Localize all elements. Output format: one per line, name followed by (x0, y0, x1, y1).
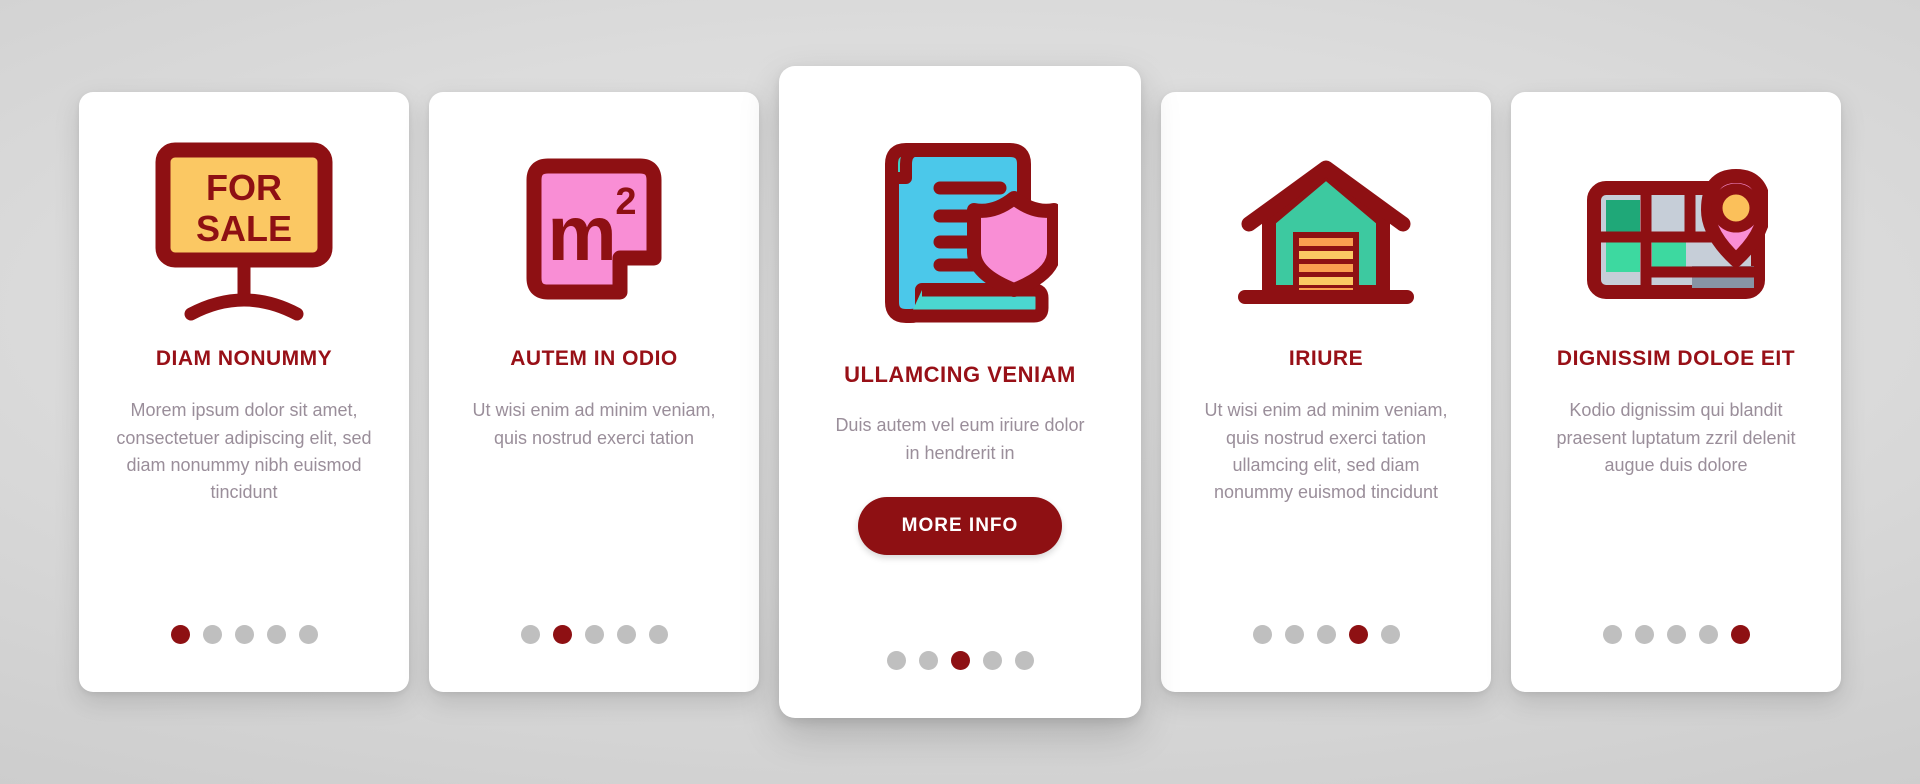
pagination-dot-5[interactable] (648, 625, 668, 644)
onboarding-card-2[interactable]: m 2 AUTEM IN ODIO Ut wisi enim ad minim … (429, 92, 759, 692)
pagination-dot-4[interactable] (1698, 625, 1718, 644)
card-2-pagination (429, 625, 759, 644)
card-1-body: Morem ipsum dolor sit amet, consectetuer… (116, 400, 372, 503)
for-sale-line-2: SALE (196, 208, 292, 249)
pagination-dot-3[interactable] (234, 625, 254, 644)
pagination-dot-2[interactable] (202, 625, 222, 644)
garage-icon (1238, 160, 1414, 304)
card-3-pagination (779, 651, 1141, 670)
pagination-dot-1[interactable] (170, 625, 190, 644)
card-5-pagination (1511, 625, 1841, 644)
onboarding-card-4[interactable]: IRIURE Ut wisi enim ad minim veniam, qui… (1161, 92, 1491, 692)
pagination-dot-1[interactable] (1602, 625, 1622, 644)
card-3-body: Duis autem vel eum iriure dolor in hendr… (835, 415, 1085, 463)
onboarding-card-1[interactable]: FOR SALE DIAM NONUMMY Morem ipsum dolor … (79, 92, 409, 692)
card-4-body: Ut wisi enim ad minim veniam, quis nostr… (1204, 400, 1448, 503)
card-4-title: IRIURE (1288, 347, 1364, 370)
card-5-body: Kodio dignissim qui blandit praesent lup… (1556, 400, 1796, 475)
pagination-dot-1[interactable] (886, 651, 906, 670)
card-2-title: AUTEM IN ODIO (510, 347, 678, 370)
more-info-button[interactable]: MORE INFO (857, 497, 1063, 556)
pagination-dot-2[interactable] (918, 651, 938, 670)
card-5-title: DIGNISSIM DOLOE EIT (1556, 347, 1796, 370)
card-5-icon-wrap (1535, 126, 1817, 338)
pagination-dot-1[interactable] (1252, 625, 1272, 644)
pagination-dot-4[interactable] (1348, 625, 1368, 644)
pagination-dot-5[interactable] (1730, 625, 1750, 644)
card-2-icon-wrap: m 2 (453, 126, 735, 338)
pagination-dot-3[interactable] (584, 625, 604, 644)
pagination-dot-2[interactable] (552, 625, 572, 644)
card-1-title: DIAM NONUMMY (155, 347, 333, 370)
for-sale-line-1: FOR (206, 167, 282, 208)
pagination-dot-5[interactable] (1380, 625, 1400, 644)
card-2-body: Ut wisi enim ad minim veniam, quis nostr… (472, 400, 716, 448)
document-shield-icon (885, 143, 1058, 323)
pagination-dot-5[interactable] (298, 625, 318, 644)
for-sale-sign-icon: FOR SALE (155, 142, 333, 321)
onboarding-card-3-featured[interactable]: ULLAMCING VENIAM Duis autem vel eum iriu… (779, 66, 1141, 718)
pagination-dot-4[interactable] (982, 651, 1002, 670)
pagination-dot-2[interactable] (1634, 625, 1654, 644)
card-4-icon-wrap (1185, 126, 1467, 338)
card-3-icon-wrap (805, 108, 1115, 358)
onboarding-card-5[interactable]: DIGNISSIM DOLOE EIT Kodio dignissim qui … (1511, 92, 1841, 692)
pagination-dot-3[interactable] (950, 651, 970, 670)
pagination-dot-3[interactable] (1666, 625, 1686, 644)
square-meter-icon: m 2 (526, 158, 662, 300)
card-3-title: ULLAMCING VENIAM (844, 362, 1076, 387)
pagination-dot-5[interactable] (1014, 651, 1034, 670)
card-1-icon-wrap: FOR SALE (103, 126, 385, 338)
pagination-dot-2[interactable] (1284, 625, 1304, 644)
card-4-pagination (1161, 625, 1491, 644)
pagination-dot-3[interactable] (1316, 625, 1336, 644)
square-meter-m: m (547, 189, 616, 277)
card-1-pagination (79, 625, 409, 644)
pagination-dot-4[interactable] (266, 625, 286, 644)
pagination-dot-1[interactable] (520, 625, 540, 644)
pagination-dot-4[interactable] (616, 625, 636, 644)
square-meter-exponent: 2 (615, 181, 636, 223)
onboarding-card-carousel: FOR SALE DIAM NONUMMY Morem ipsum dolor … (0, 0, 1920, 784)
map-location-pin-icon (1587, 169, 1768, 299)
